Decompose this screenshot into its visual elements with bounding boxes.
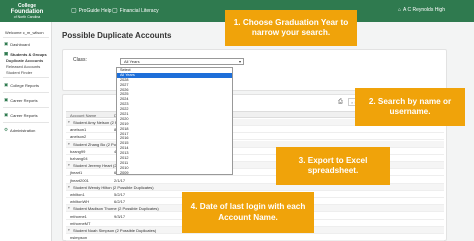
sidebar-item-college-reports[interactable]: ▣ College Reports — [4, 82, 39, 88]
chevron-down-icon[interactable]: ▾ — [68, 185, 70, 189]
last-login-cell: 5/2/17 — [114, 192, 126, 197]
account-name-cell: whilton1 — [70, 192, 85, 197]
account-label: A C Reynolds High — [403, 7, 445, 13]
account-name-cell: jheart2001 — [70, 177, 89, 183]
chevron-down-icon[interactable]: ▾ — [68, 120, 70, 124]
dashboard-icon: ▣ — [4, 41, 9, 46]
sidebar-item-label: Career Reports — [10, 112, 38, 118]
divider — [3, 92, 49, 93]
financial-literacy-label: Financial Literacy — [119, 7, 159, 14]
account-name-cell: nsimpson — [70, 235, 88, 241]
page-title: Possible Duplicate Accounts — [62, 31, 172, 40]
account-menu[interactable]: ⌂ A C Reynolds High — [398, 7, 445, 13]
callout-last-login: 4. Date of last login with each Account … — [182, 192, 314, 233]
financial-literacy-link[interactable]: ▢ Financial Literacy — [112, 7, 159, 15]
sidebar: Welcome c_m_wilson ▣ Dashboard ▣ Student… — [0, 22, 52, 241]
report-icon: ▣ — [4, 82, 9, 87]
callout-export: 3. Export to Excel spreadsheet. — [276, 147, 390, 185]
class-label: Class: — [73, 57, 87, 63]
school-icon: ⌂ — [398, 7, 402, 13]
report-icon: ▣ — [4, 97, 9, 102]
users-icon: ▣ — [4, 51, 9, 56]
chevron-down-icon: ▾ — [238, 59, 241, 64]
account-name-cell: Student Noah Simpson (2 Possible Duplica… — [73, 228, 157, 233]
account-name-cell: whiltonWH — [70, 199, 90, 205]
account-name-cell: jheart1 — [70, 170, 83, 176]
sidebar-item-label: College Reports — [10, 82, 39, 88]
account-name-cell: bzhang04 — [70, 156, 88, 161]
cfnc-logo[interactable]: College Foundation of North Carolina — [5, 2, 49, 20]
chevron-down-icon[interactable]: ▾ — [68, 163, 70, 167]
logo-line3: of North Carolina — [13, 14, 41, 19]
callout-search: 2. Search by name or username. — [355, 88, 465, 126]
last-login-cell: 9/3/17 — [114, 213, 126, 219]
account-name-cell: mthorne1 — [70, 213, 87, 219]
sidebar-item-label: Career Reports — [10, 97, 38, 103]
report-icon: ▣ — [4, 112, 9, 117]
last-login-cell: 6/2/17 — [114, 199, 126, 205]
dropdown-option[interactable]: 2009 — [117, 171, 232, 174]
book-icon: ▢ — [112, 8, 118, 14]
last-login-cell: 2/1/17 — [114, 177, 126, 183]
gear-icon: ⚙ — [4, 127, 9, 132]
sidebar-item-label: Dashboard — [10, 41, 30, 47]
callout-choose-year: 1. Choose Graduation Year to narrow your… — [225, 10, 357, 46]
sidebar-item-label: Administration — [10, 127, 36, 133]
class-dropdown-list[interactable]: Select All Years 2028 2027 2026 2025 2024 2023 2… — [116, 67, 233, 175]
class-select[interactable]: All Years ▾ — [120, 58, 244, 65]
sidebar-item-students-groups[interactable]: ▣ Students & Groups — [4, 51, 47, 57]
divider — [3, 37, 49, 38]
table-row[interactable]: nsimpson — [66, 234, 444, 241]
account-name-cell: Student Madison Thorne (2 Possible Dupli… — [73, 206, 159, 212]
proguide-help-link[interactable]: ▢ ProGuide Help — [71, 7, 112, 15]
divider — [3, 122, 49, 123]
divider — [3, 107, 49, 108]
account-name-cell: Student Wendy Hilton (2 Possible Duplica… — [73, 184, 154, 190]
column-header-account-name[interactable]: Account Name — [70, 113, 96, 118]
divider — [3, 77, 49, 78]
sidebar-item-dashboard[interactable]: ▣ Dashboard — [4, 41, 30, 47]
account-name-cell: mthorneMT — [70, 220, 91, 226]
export-excel-button[interactable]: ⎙ — [338, 99, 343, 106]
class-select-value: All Years — [124, 59, 140, 64]
help-icon: ▢ — [71, 8, 77, 14]
chevron-down-icon[interactable]: ▾ — [68, 228, 70, 232]
sidebar-item-duplicate-accounts[interactable]: Duplicate Accounts — [6, 58, 43, 63]
proguide-help-label: ProGuide Help — [78, 7, 112, 14]
account-name-cell: anelson2 — [70, 134, 87, 140]
sidebar-item-administration[interactable]: ⚙ Administration — [4, 127, 35, 133]
sidebar-item-career-reports-2[interactable]: ▣ Career Reports — [4, 112, 38, 118]
chevron-down-icon[interactable]: ▾ — [68, 206, 70, 210]
sidebar-item-career-reports[interactable]: ▣ Career Reports — [4, 97, 38, 103]
sidebar-item-label: Students & Groups — [10, 51, 47, 57]
search-icon: ⌕ — [351, 100, 354, 105]
sidebar-item-released-accounts[interactable]: Released Accounts — [6, 64, 40, 69]
welcome-text: Welcome c_m_wilson — [5, 30, 44, 35]
sidebar-item-student-finder[interactable]: Student Finder — [6, 70, 32, 75]
account-name-cell: bzang99 — [70, 148, 86, 154]
account-name-cell: anelson1 — [70, 127, 87, 133]
chevron-down-icon[interactable]: ▾ — [68, 142, 70, 146]
